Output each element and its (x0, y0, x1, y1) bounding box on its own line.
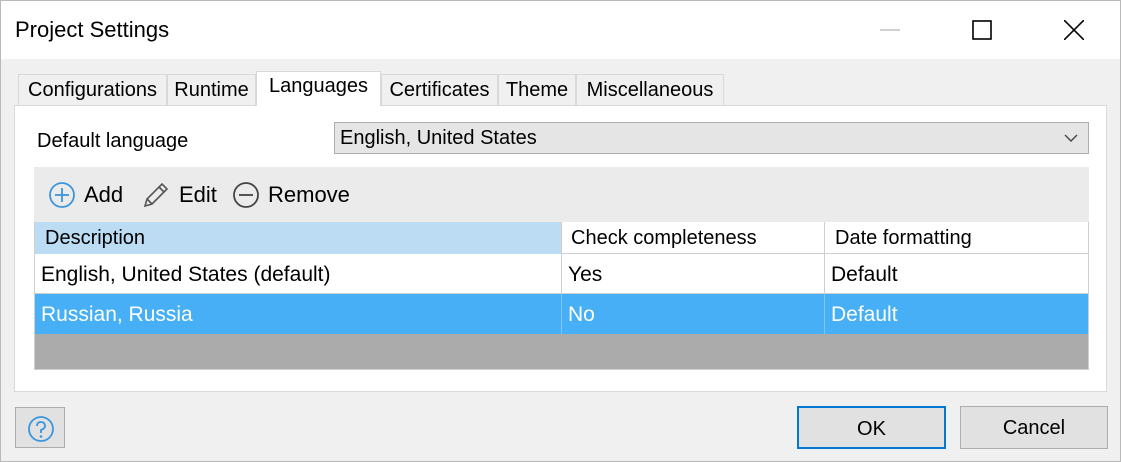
default-language-label: Default language (37, 130, 189, 152)
edit-button[interactable]: Edit (141, 179, 217, 211)
cell-date-formatting: Default (831, 303, 898, 326)
cell-description: Russian, Russia (35, 294, 562, 334)
close-button[interactable] (1028, 1, 1120, 59)
tab-miscellaneous[interactable]: Miscellaneous (576, 74, 724, 105)
help-icon (28, 416, 54, 442)
tab-languages[interactable]: Languages (256, 71, 381, 106)
close-icon (1064, 20, 1084, 40)
ok-button[interactable]: OK (797, 406, 946, 449)
cell-description: English, United States (default) (35, 254, 562, 294)
table-row-selected[interactable]: Russian, Russia No Default (35, 294, 1088, 334)
window-title: Project Settings (15, 17, 170, 42)
remove-button-label: Remove (268, 182, 350, 207)
maximize-button[interactable] (936, 1, 1028, 59)
default-language-select[interactable]: English, United States (334, 122, 1089, 154)
tab-configurations[interactable]: Configurations (18, 74, 167, 105)
language-toolbar: Add Edit Remove (34, 167, 1089, 222)
cell-date-formatting: Default (831, 263, 898, 286)
maximize-icon (972, 20, 992, 40)
table-row[interactable]: English, United States (default) Yes Def… (35, 254, 1088, 294)
column-header-description[interactable]: Description (35, 222, 562, 254)
column-header-date-formatting[interactable]: Date formatting (825, 222, 1088, 254)
tab-theme[interactable]: Theme (498, 74, 576, 105)
cell-check-completeness: Yes (562, 254, 825, 294)
help-button[interactable] (15, 407, 65, 448)
cancel-button[interactable]: Cancel (960, 406, 1108, 449)
remove-circle-icon (233, 182, 259, 208)
add-circle-icon (49, 182, 75, 208)
minimize-icon (880, 29, 900, 31)
cell-check-completeness: No (562, 294, 825, 334)
tab-certificates[interactable]: Certificates (381, 74, 498, 105)
add-button[interactable]: Add (48, 179, 123, 211)
languages-table: Description Check completeness Date form… (34, 222, 1089, 370)
project-settings-dialog: Project Settings Configurations Runtime … (0, 0, 1121, 462)
add-button-label: Add (84, 182, 124, 207)
chevron-down-icon (1064, 134, 1078, 142)
tab-runtime[interactable]: Runtime (167, 74, 256, 105)
title-bar: Project Settings (1, 1, 1120, 59)
pencil-icon (143, 182, 169, 208)
remove-button[interactable]: Remove (232, 179, 350, 211)
minimize-button[interactable] (844, 1, 936, 59)
column-header-check-completeness[interactable]: Check completeness (562, 222, 825, 254)
languages-panel: Default language English, United States … (14, 105, 1107, 392)
default-language-value: English, United States (340, 127, 537, 149)
edit-button-label: Edit (179, 182, 217, 207)
table-header: Description Check completeness Date form… (35, 222, 1088, 254)
